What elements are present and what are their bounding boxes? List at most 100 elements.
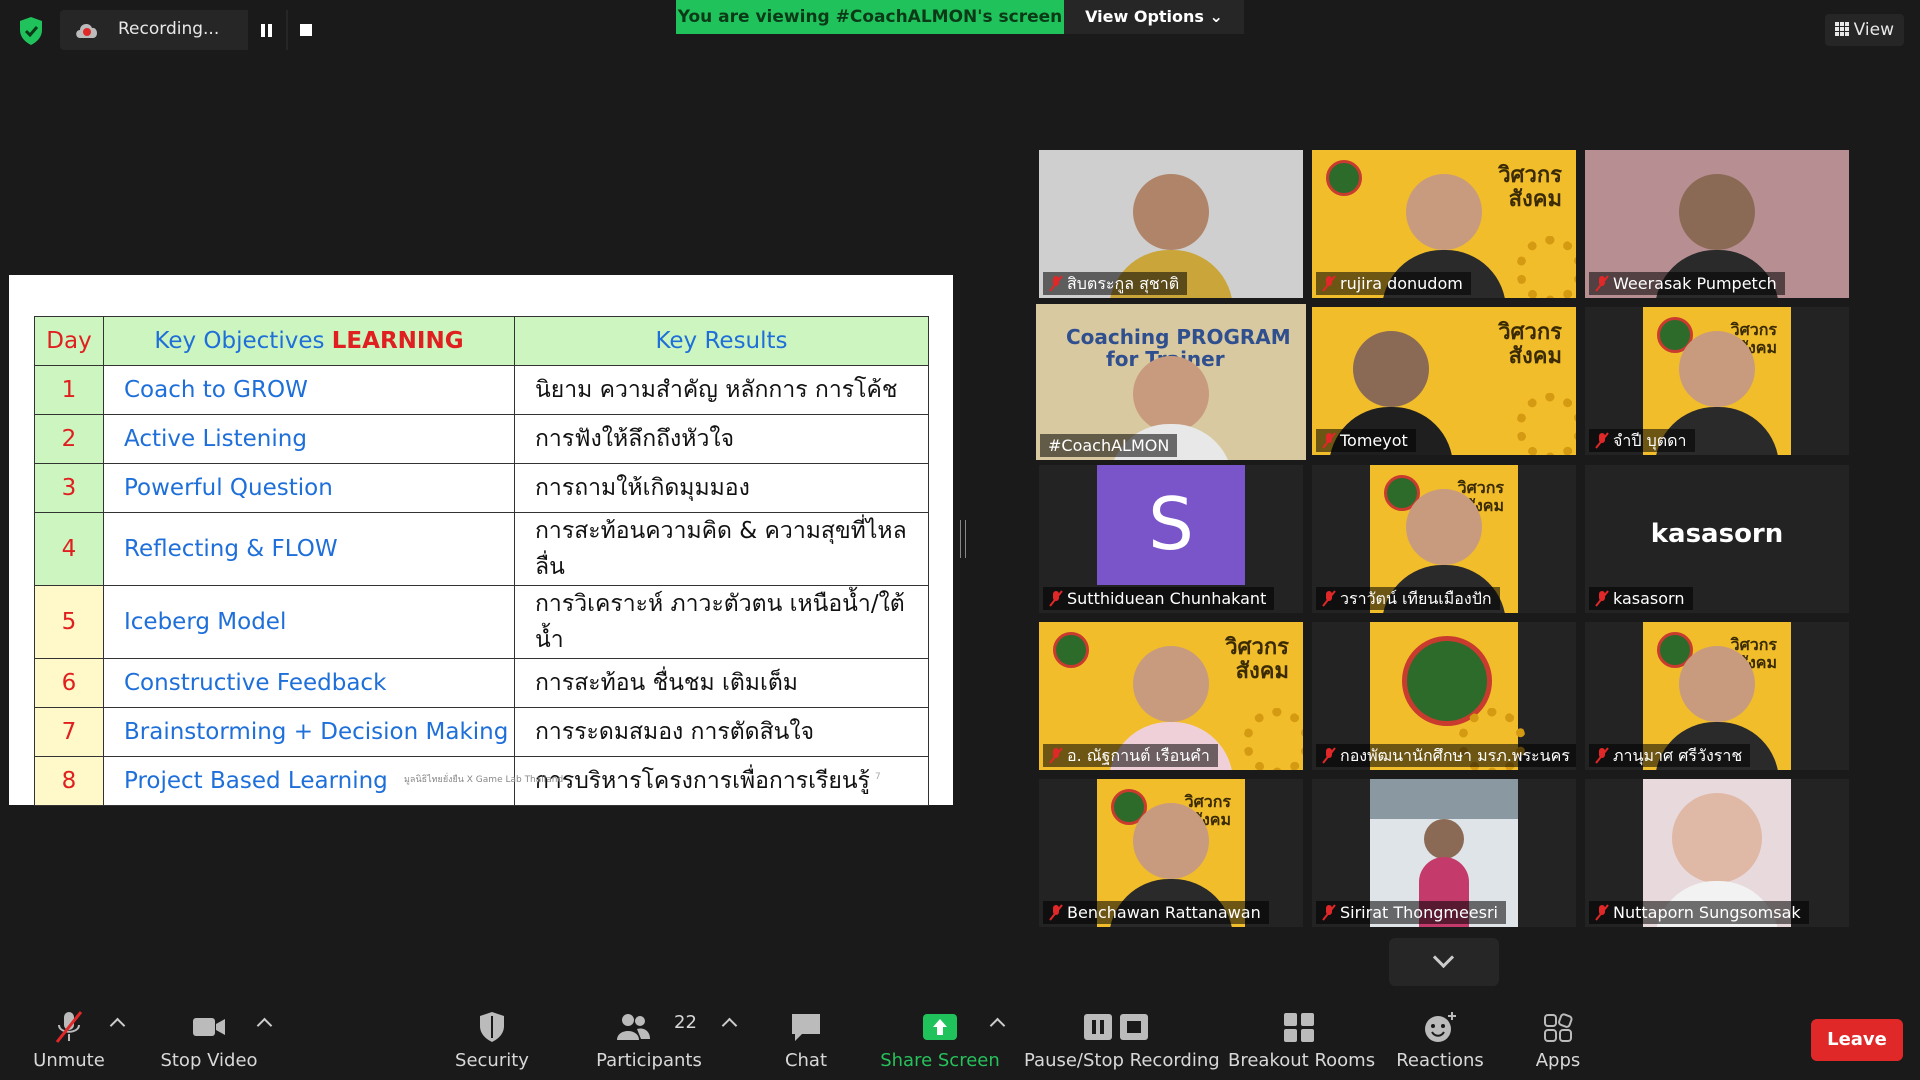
participant-figure <box>1406 489 1482 565</box>
participant-name-label: rujira donudom <box>1316 272 1471 295</box>
result-cell: การฟังให้ลึกถึงหัวใจ <box>514 414 929 464</box>
stop-icon <box>300 24 312 36</box>
participant-video-tile[interactable]: สิบตระกูล สุชาติ <box>1039 150 1303 298</box>
chat-label: Chat <box>784 1050 828 1071</box>
muted-mic-icon <box>1322 747 1336 764</box>
participants-label: Participants <box>596 1050 702 1071</box>
view-options-dropdown[interactable]: View Options ⌄ <box>1064 0 1244 34</box>
participant-figure <box>1406 174 1482 250</box>
muted-mic-icon <box>1049 590 1063 607</box>
unmute-button[interactable]: Unmute <box>28 990 110 1080</box>
share-screen-icon <box>923 1014 957 1040</box>
participant-video-tile[interactable]: กองพัฒนานักศึกษา มรภ.พระนคร <box>1312 622 1576 770</box>
participants-button[interactable]: Participants <box>596 990 702 1080</box>
active-speaker-video-tile[interactable]: Coaching PROGRAMfor Trainer #CoachALMON <box>1036 304 1306 460</box>
participant-video-tile[interactable]: S Sutthiduean Chunhakant <box>1039 465 1303 613</box>
participant-name: กองพัฒนานักศึกษา มรภ.พระนคร <box>1340 746 1570 765</box>
stop-recording-button[interactable] <box>288 10 325 50</box>
security-label: Security <box>455 1050 529 1071</box>
participant-figure <box>1133 803 1209 879</box>
day-cell: 1 <box>34 365 104 415</box>
participant-video-tile[interactable]: วิศวกร สังคม Tomeyot <box>1312 307 1576 455</box>
participant-name-label: Benchawan Rattanawan <box>1043 901 1269 924</box>
stop-video-button[interactable]: Stop Video <box>160 990 258 1080</box>
recording-label: Recording... <box>118 19 220 39</box>
participant-video-tile[interactable]: Weerasak Pumpetch <box>1585 150 1849 298</box>
view-layout-button[interactable]: View <box>1824 14 1904 46</box>
participant-video-tile[interactable]: วิศวกร สังคม จำปี บุตดา <box>1585 307 1849 455</box>
participant-name: Sutthiduean Chunhakant <box>1067 589 1267 608</box>
recording-indicator: Recording... <box>60 10 325 50</box>
participant-display-name: kasasorn <box>1650 519 1784 549</box>
gear-decoration <box>1243 708 1303 770</box>
audio-options-caret[interactable] <box>109 1017 126 1034</box>
header-results: Key Results <box>514 316 929 366</box>
table-row: 3 Powerful Question การถามให้เกิดมุมมอง <box>34 463 929 513</box>
banner-brand-line: วิศวกร <box>1498 320 1562 345</box>
security-button[interactable]: Security <box>450 990 534 1080</box>
breakout-rooms-label: Breakout Rooms <box>1228 1050 1376 1071</box>
participants-options-caret[interactable] <box>721 1017 738 1034</box>
participant-name-label: #CoachALMON <box>1040 434 1178 457</box>
header-objectives: Key Objectives LEARNING <box>103 316 515 366</box>
day-cell: 2 <box>34 414 104 464</box>
participant-video-tile[interactable]: วิศวกร สังคม ภานุมาศ ศรีวังราช <box>1585 622 1849 770</box>
day-cell: 7 <box>34 707 104 757</box>
avatar: S <box>1097 465 1245 585</box>
participant-video-tile[interactable]: วิศวกร สังคม Benchawan Rattanawan <box>1039 779 1303 927</box>
unmute-label: Unmute <box>33 1050 105 1071</box>
gear-decoration <box>1516 393 1576 455</box>
table-row: 2 Active Listening การฟังให้ลึกถึงหัวใจ <box>34 414 929 464</box>
participant-figure <box>1133 174 1209 250</box>
apps-button[interactable]: Apps <box>1528 990 1588 1080</box>
chat-button[interactable]: Chat <box>776 990 836 1080</box>
objective-cell: Brainstorming + Decision Making <box>103 707 515 757</box>
split-view-drag-handle[interactable] <box>960 520 966 558</box>
muted-mic-icon <box>1322 590 1336 607</box>
reactions-button[interactable]: Reactions <box>1394 990 1486 1080</box>
objective-cell: Reflecting & FLOW <box>103 512 515 586</box>
pause-stop-recording-icon <box>1084 1014 1148 1040</box>
muted-mic-icon <box>1595 432 1609 449</box>
participant-video-tile[interactable]: kasasorn kasasorn <box>1585 465 1849 613</box>
participant-video-tile[interactable]: วิศวกร สังคม อ. ณัฐกานต์ เรือนคำ <box>1039 622 1303 770</box>
participant-video-tile[interactable]: Sirirat Thongmeesri <box>1312 779 1576 927</box>
participant-figure <box>1679 646 1755 722</box>
participant-name-label: Weerasak Pumpetch <box>1589 272 1785 295</box>
participant-name-label: จำปี บุตดา <box>1589 429 1695 452</box>
chevron-down-icon <box>1432 946 1455 969</box>
muted-mic-icon <box>1322 275 1336 292</box>
participant-video-tile[interactable]: วิศวกร สังคม rujira donudom <box>1312 150 1576 298</box>
table-row: 7 Brainstorming + Decision Making การระด… <box>34 707 929 757</box>
participant-name-label: อ. ณัฐกานต์ เรือนคำ <box>1043 744 1218 767</box>
muted-microphone-icon <box>55 1011 83 1043</box>
day-cell: 8 <box>34 756 104 806</box>
breakout-rooms-button[interactable]: Breakout Rooms <box>1228 990 1376 1080</box>
leave-meeting-button[interactable]: Leave <box>1811 1019 1903 1061</box>
participant-video-tile[interactable]: วิศวกร สังคม วราวัตน์ เทียนเมืองปัก <box>1312 465 1576 613</box>
participant-name-label: ภานุมาศ ศรีวังราช <box>1589 744 1751 767</box>
participant-name: Benchawan Rattanawan <box>1067 903 1261 922</box>
participant-name-label: kasasorn <box>1589 587 1693 610</box>
security-shield-icon[interactable] <box>18 16 44 46</box>
video-camera-icon <box>193 1018 225 1036</box>
pause-stop-recording-label: Pause/Stop Recording <box>1024 1050 1220 1071</box>
gallery-next-page-button[interactable] <box>1389 938 1499 986</box>
table-row: 6 Constructive Feedback การสะท้อน ชื่นชม… <box>34 658 929 708</box>
participant-figure <box>1679 174 1755 250</box>
muted-mic-icon <box>1322 904 1336 921</box>
grid-icon <box>1834 22 1849 36</box>
banner-brand-line: สังคม <box>1508 344 1562 369</box>
table-row: 5 Iceberg Model การวิเคราะห์ ภาวะตัวตน เ… <box>34 585 929 659</box>
participant-name-label: สิบตระกูล สุชาติ <box>1043 272 1188 295</box>
participant-name-label: Tomeyot <box>1316 429 1416 452</box>
pause-stop-recording-button[interactable]: Pause/Stop Recording <box>1024 990 1220 1080</box>
pause-recording-button[interactable] <box>248 10 286 50</box>
share-screen-button[interactable]: Share Screen <box>880 990 1000 1080</box>
viewing-screen-banner: You are viewing #CoachALMON's screen <box>676 0 1064 34</box>
video-options-caret[interactable] <box>256 1017 273 1034</box>
day-cell: 3 <box>34 463 104 513</box>
participant-name: Tomeyot <box>1340 431 1408 450</box>
result-cell: การถามให้เกิดมุมมอง <box>514 463 929 513</box>
participant-video-tile[interactable]: Nuttaporn Sungsomsak <box>1585 779 1849 927</box>
